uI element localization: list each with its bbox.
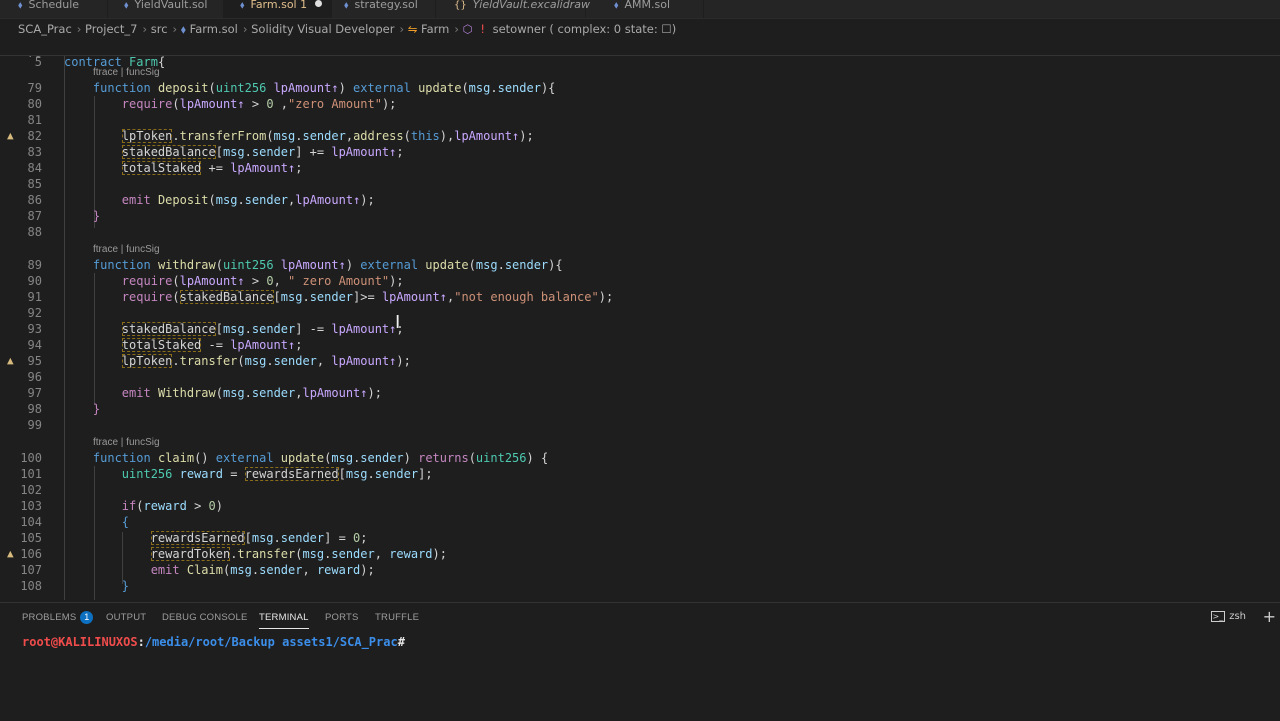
code-editor[interactable]: 5 contract Farm{ 78 ftrace | funcSig 79 f… xyxy=(0,38,1280,600)
code-line[interactable]: 90 require(lpAmount↑ > 0, " zero Amount"… xyxy=(0,273,1280,289)
tab-ports[interactable]: PORTS xyxy=(325,611,359,625)
solidity-file-icon: ⬧ xyxy=(180,22,186,36)
code-line[interactable]: ▲ 106 rewardToken.transfer(msg.sender, re… xyxy=(0,546,1280,562)
code-line[interactable]: 93 stakedBalance[msg.sender] -= lpAmount… xyxy=(0,321,1280,337)
tab-truffle[interactable]: TRUFFLE xyxy=(375,611,419,625)
code-line[interactable]: 100 function claim() external update(msg… xyxy=(0,450,1280,466)
code-line[interactable]: 105 rewardsEarned[msg.sender] = 0; xyxy=(0,530,1280,546)
code-line[interactable]: 79 function deposit(uint256 lpAmount↑) e… xyxy=(0,80,1280,96)
code-line[interactable]: 107 emit Claim(msg.sender, reward); xyxy=(0,562,1280,578)
tab-amm-sol[interactable]: ⬧ AMM.sol xyxy=(586,0,704,18)
code-line[interactable]: 97 emit Withdraw(msg.sender,lpAmount↑); xyxy=(0,385,1280,401)
code-line[interactable]: 86 emit Deposit(msg.sender,lpAmount↑); xyxy=(0,192,1280,208)
braces-icon: {} xyxy=(454,0,467,11)
code-line[interactable]: 88 xyxy=(0,224,1280,240)
problems-count-badge: 1 xyxy=(80,611,94,624)
code-line[interactable]: 102 xyxy=(0,482,1280,498)
tab-output[interactable]: OUTPUT xyxy=(106,611,146,625)
tab-yieldvault-sol[interactable]: ⬧ YieldVault.sol xyxy=(108,0,224,18)
solidity-file-icon: ⬧ xyxy=(240,0,245,11)
code-line[interactable]: 83 stakedBalance[msg.sender] += lpAmount… xyxy=(0,144,1280,160)
chevron-right-icon: › xyxy=(454,22,459,36)
tab-problems[interactable]: PROBLEMS 1 xyxy=(22,611,94,625)
tab-debug-console[interactable]: DEBUG CONSOLE xyxy=(162,611,247,625)
breadcrumb-item-plugin[interactable]: Solidity Visual Developer xyxy=(251,22,394,36)
editor-tab-bar: ⬧ Schedule ⬧ YieldVault.sol ⬧ Farm.sol 1 ⬧ s… xyxy=(0,0,1280,19)
solidity-file-icon: ⬧ xyxy=(18,0,23,11)
breadcrumb-item-src[interactable]: src xyxy=(151,22,168,36)
breadcrumb: SCA_Prac › Project_7 › src › ⬧ Farm.sol › So… xyxy=(0,20,1280,38)
code-line[interactable]: 99 xyxy=(0,417,1280,433)
chevron-right-icon: › xyxy=(242,22,248,36)
code-line[interactable]: 108 } xyxy=(0,578,1280,594)
code-line[interactable]: 92 xyxy=(0,305,1280,321)
code-line[interactable]: ▲ 95 lpToken.transfer(msg.sender, lpAmoun… xyxy=(0,353,1280,369)
code-line[interactable]: 94 totalStaked -= lpAmount↑; xyxy=(0,337,1280,353)
code-line[interactable]: 91 require(stakedBalance[msg.sender]>= l… xyxy=(0,289,1280,305)
breadcrumb-item-function[interactable]: setowner ( complex: 0 state: ☐) xyxy=(493,22,677,36)
terminal-prompt[interactable]: root@KALILINUXOS:/media/root/Backup asse… xyxy=(22,635,405,649)
breadcrumb-item-project[interactable]: Project_7 xyxy=(85,22,137,36)
code-line[interactable]: 103 if(reward > 0) xyxy=(0,498,1280,514)
code-line[interactable]: 89 function withdraw(uint256 lpAmount↑) … xyxy=(0,257,1280,273)
bottom-panel: PROBLEMS 1 OUTPUT DEBUG CONSOLE TERMINAL … xyxy=(0,602,1280,721)
code-line[interactable]: 85 xyxy=(0,176,1280,192)
solidity-file-icon: ⬧ xyxy=(614,0,619,11)
code-line[interactable]: 101 uint256 reward = rewardsEarned[msg.s… xyxy=(0,466,1280,482)
tab-schedule[interactable]: ⬧ Schedule xyxy=(0,0,108,18)
unsaved-dot-icon[interactable] xyxy=(315,0,323,7)
breadcrumb-item-file[interactable]: Farm.sol xyxy=(190,22,238,36)
chevron-right-icon: › xyxy=(76,22,82,36)
tab-yieldvault-excalidraw[interactable]: {} YieldVault.excalidraw xyxy=(436,0,590,18)
sticky-scroll-line[interactable]: 5 contract Farm{ xyxy=(0,38,1280,69)
solidity-file-icon: ⬧ xyxy=(344,0,349,11)
tab-farm-sol[interactable]: ⬧ Farm.sol 1 xyxy=(224,0,332,18)
solidity-file-icon: ⬧ xyxy=(124,0,129,11)
tab-terminal[interactable]: TERMINAL xyxy=(259,611,309,629)
error-bang-icon: ! xyxy=(480,22,485,36)
chevron-right-icon: › xyxy=(172,22,178,36)
tab-strategy-sol[interactable]: ⬧ strategy.sol xyxy=(332,0,436,18)
code-line[interactable]: 96 xyxy=(0,369,1280,385)
chevron-right-icon: › xyxy=(142,22,148,36)
code-line[interactable]: 84 totalStaked += lpAmount↑; xyxy=(0,160,1280,176)
add-terminal-icon[interactable]: + xyxy=(1263,607,1276,626)
method-cube-icon: ⬡ xyxy=(462,22,473,36)
contract-symbol-icon: ⇋ xyxy=(407,22,418,36)
breadcrumb-item-contract[interactable]: Farm xyxy=(421,22,449,36)
code-lens[interactable]: ftrace | funcSig xyxy=(93,243,160,257)
code-line[interactable]: 87 } xyxy=(0,208,1280,224)
code-line[interactable]: 104 { xyxy=(0,514,1280,530)
terminal-shell-selector[interactable]: >_ zsh xyxy=(1210,611,1246,622)
code-line[interactable]: 80 require(lpAmount↑ > 0 ,"zero Amount")… xyxy=(0,96,1280,112)
code-lens[interactable]: ftrace | funcSig xyxy=(93,436,160,450)
breadcrumb-item-root[interactable]: SCA_Prac xyxy=(18,22,72,36)
code-line[interactable]: ▲ 82 lpToken.transferFrom(msg.sender,addr… xyxy=(0,128,1280,144)
chevron-right-icon: › xyxy=(399,22,405,36)
terminal-icon: >_ xyxy=(1210,611,1226,622)
code-line[interactable]: 81 xyxy=(0,112,1280,128)
text-cursor-icon: I xyxy=(395,312,401,333)
code-line[interactable]: 98 } xyxy=(0,401,1280,417)
